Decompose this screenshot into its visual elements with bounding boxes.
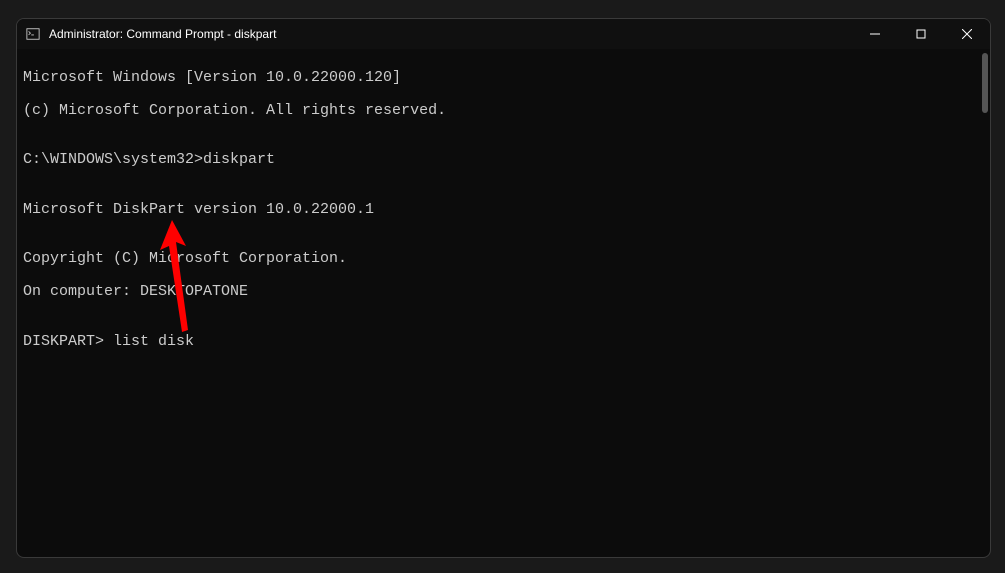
output-line: On computer: DESKTOPATONE — [23, 284, 984, 301]
output-line: Microsoft DiskPart version 10.0.22000.1 — [23, 202, 984, 219]
output-line: Copyright (C) Microsoft Corporation. — [23, 251, 984, 268]
cmd-icon — [25, 26, 41, 42]
close-button[interactable] — [944, 19, 990, 49]
terminal-output[interactable]: Microsoft Windows [Version 10.0.22000.12… — [17, 49, 990, 557]
command-prompt-window: Administrator: Command Prompt - diskpart… — [16, 18, 991, 558]
output-line: Microsoft Windows [Version 10.0.22000.12… — [23, 70, 984, 87]
output-line: (c) Microsoft Corporation. All rights re… — [23, 103, 984, 120]
scrollbar-thumb[interactable] — [982, 53, 988, 113]
window-title: Administrator: Command Prompt - diskpart — [49, 27, 852, 41]
window-controls — [852, 19, 990, 49]
maximize-button[interactable] — [898, 19, 944, 49]
minimize-button[interactable] — [852, 19, 898, 49]
output-line: C:\WINDOWS\system32>diskpart — [23, 152, 984, 169]
titlebar[interactable]: Administrator: Command Prompt - diskpart — [17, 19, 990, 49]
output-line: DISKPART> list disk — [23, 334, 984, 351]
